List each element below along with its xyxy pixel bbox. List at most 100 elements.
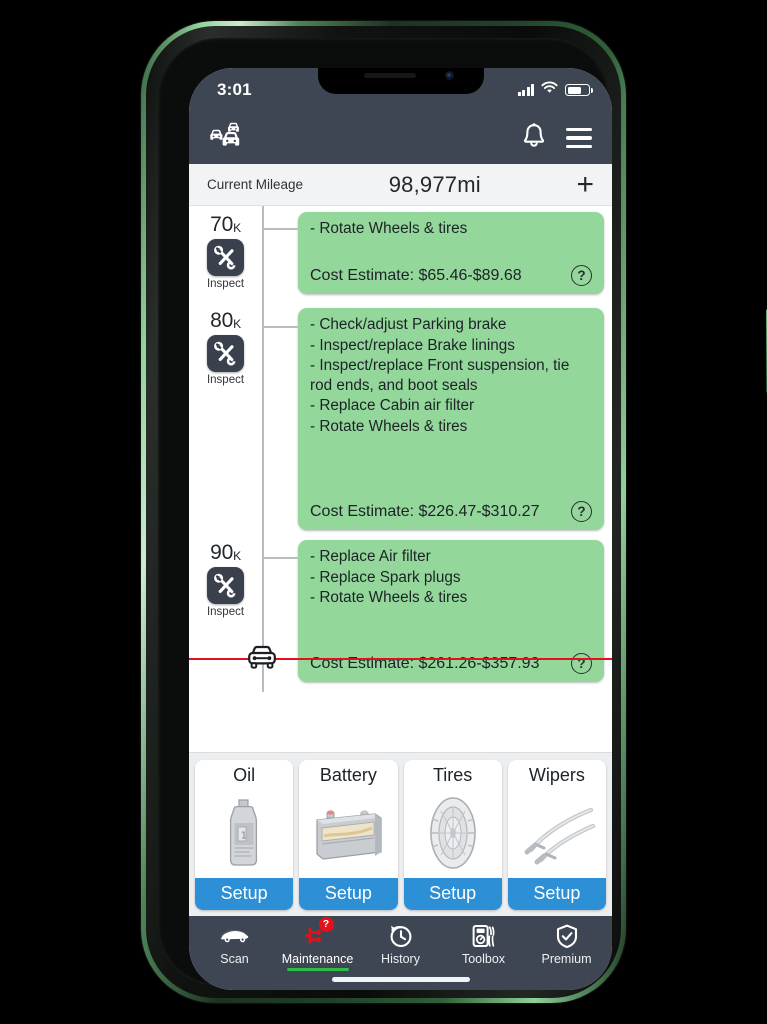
- tire-image: [404, 788, 502, 878]
- notch: [317, 68, 484, 94]
- mileage-label: Current Mileage: [207, 177, 304, 192]
- cost-estimate: Cost Estimate: $65.46-$89.68: [310, 266, 522, 284]
- task-item: - Rotate Wheels & tires: [310, 220, 468, 237]
- help-icon[interactable]: ?: [571, 501, 592, 522]
- maintenance-timeline-scroll[interactable]: 70 K Inspect - Rotate Wheels & tires Cost…: [189, 206, 612, 752]
- hamburger-menu-icon[interactable]: [566, 127, 592, 149]
- screenshot-root: 3:01 Current Mileage 98,977mi + 70K Insp…: [0, 0, 767, 1024]
- task-item: - Check/adjust Parking brake: [310, 316, 507, 333]
- inspect-tools-icon[interactable]: [207, 239, 244, 277]
- phone-bezel: 3:01 Current Mileage 98,977mi + 70K Insp…: [158, 38, 612, 990]
- quick-card-battery[interactable]: Battery Setup: [299, 759, 398, 910]
- maintenance-timeline: 70 K Inspect - Rotate Wheels & tires Cost…: [189, 206, 612, 692]
- milestone-detail: - Check/adjust Parking brake - Inspect/r…: [262, 308, 612, 535]
- quick-card-setup-button[interactable]: Setup: [403, 877, 502, 910]
- milestone-mileage-unit: K: [233, 317, 241, 331]
- quick-card-oil[interactable]: Oil 1 Setup: [195, 759, 294, 910]
- timeline-connector: [262, 326, 298, 328]
- task-list: - Replace Air filter - Replace Spark plu…: [310, 547, 592, 609]
- add-mileage-button[interactable]: +: [576, 169, 594, 200]
- milestone-row: 80K Inspect - Check/adjust Parking brake…: [189, 308, 612, 540]
- phone-mid-frame: 3:01 Current Mileage 98,977mi + 70K Insp…: [146, 26, 621, 998]
- tab-label: Scan: [220, 951, 249, 966]
- shield-check-icon: [555, 923, 579, 949]
- milestone-card[interactable]: - Check/adjust Parking brake - Inspect/r…: [298, 308, 604, 530]
- milestone-detail: - Rotate Wheels & tires Cost Estimate: $…: [262, 212, 612, 303]
- bottom-tab-bar: Scan ? Maintenance History Toolbox Premi…: [189, 915, 612, 973]
- timeline-connector: [262, 557, 298, 559]
- inspect-tools-icon[interactable]: [207, 567, 244, 605]
- tab-toolbox[interactable]: Toolbox: [442, 923, 525, 966]
- quick-card-wipers[interactable]: Wipers Setup: [507, 759, 606, 910]
- milestone-marker: 80K Inspect: [189, 308, 262, 535]
- quick-card-title: Battery: [319, 764, 377, 785]
- tab-scan[interactable]: Scan: [193, 923, 276, 966]
- oil-bottle-image: 1: [195, 788, 293, 878]
- clock-history-icon: [388, 923, 414, 949]
- inspect-label: Inspect: [206, 606, 245, 619]
- cost-row: Cost Estimate: $226.47-$310.27 ?: [310, 491, 592, 522]
- task-item: - Replace Cabin air filter: [310, 397, 475, 415]
- milestone-card[interactable]: - Rotate Wheels & tires Cost Estimate: $…: [298, 212, 604, 294]
- quick-card-setup-button[interactable]: Setup: [299, 877, 398, 910]
- quick-setup-cards: Oil 1 Setup Battery Setup Tires Setup Wi…: [189, 751, 612, 916]
- milestone-marker: 70K Inspect: [189, 212, 262, 303]
- quick-card-setup-button[interactable]: Setup: [507, 877, 606, 910]
- home-indicator-area: [189, 973, 612, 990]
- svg-text:1: 1: [241, 830, 247, 841]
- earpiece-speaker: [363, 73, 416, 78]
- quick-card-title: Tires: [432, 764, 473, 785]
- cost-estimate: Cost Estimate: $226.47-$310.27: [310, 502, 540, 520]
- task-item: - Inspect/replace Brake linings: [310, 336, 515, 354]
- cars-icon[interactable]: [209, 122, 247, 155]
- timeline-connector: [262, 228, 298, 230]
- task-item: - Rotate Wheels & tires: [310, 417, 468, 435]
- phone-screen: 3:01 Current Mileage 98,977mi + 70K Insp…: [189, 68, 612, 990]
- tab-label: Toolbox: [461, 951, 506, 966]
- inspect-label: Inspect: [206, 278, 245, 291]
- quick-card-title: Oil: [233, 764, 256, 785]
- signal-icon: [517, 84, 534, 96]
- milestone-mileage-number: 70: [210, 213, 234, 236]
- bell-icon[interactable]: [522, 122, 546, 155]
- help-icon[interactable]: ?: [571, 653, 592, 674]
- task-list: - Rotate Wheels & tires: [310, 219, 592, 240]
- tab-history[interactable]: History: [359, 923, 442, 966]
- quick-card-tires[interactable]: Tires Setup: [403, 759, 502, 910]
- status-time: 3:01: [217, 80, 252, 99]
- inspect-tools-icon[interactable]: [207, 335, 244, 373]
- tab-premium[interactable]: Premium: [525, 923, 608, 966]
- notification-badge: ?: [318, 916, 334, 932]
- tab-maintenance[interactable]: ? Maintenance: [276, 916, 359, 971]
- milestone-row: 70K Inspect - Rotate Wheels & tires Cost…: [189, 212, 612, 308]
- help-icon[interactable]: ?: [571, 265, 592, 286]
- current-mileage-bar: Current Mileage 98,977mi +: [189, 164, 612, 206]
- task-item: - Inspect/replace Front suspension, tie …: [310, 357, 570, 394]
- current-position-car-icon: [245, 645, 279, 671]
- car-icon: [220, 923, 250, 949]
- tab-label: Maintenance: [281, 951, 354, 966]
- milestone-mileage: 70K: [210, 213, 241, 236]
- mileage-value[interactable]: 98,977mi: [303, 172, 576, 198]
- home-indicator[interactable]: [331, 977, 470, 982]
- wifi-icon: [541, 81, 558, 99]
- cost-row: Cost Estimate: $65.46-$89.68 ?: [310, 255, 592, 286]
- phone-frame: 3:01 Current Mileage 98,977mi + 70K Insp…: [141, 21, 767, 1003]
- milestone-mileage-number: 80: [210, 309, 234, 332]
- app-header-actions: [522, 122, 592, 155]
- tab-label: History: [381, 951, 420, 966]
- task-item: - Replace Air filter: [310, 548, 431, 565]
- app-header-bar: [189, 112, 612, 164]
- milestone-card[interactable]: - Replace Air filter - Replace Spark plu…: [298, 540, 604, 682]
- front-camera: [444, 71, 454, 80]
- car-battery-image: [299, 788, 397, 878]
- task-item: - Rotate Wheels & tires: [310, 589, 468, 607]
- milestone-mileage-number: 90: [210, 541, 234, 564]
- quick-card-setup-button[interactable]: Setup: [195, 877, 294, 910]
- status-bar: 3:01: [189, 68, 612, 112]
- quick-card-title: Wipers: [528, 764, 585, 785]
- status-indicators: [517, 81, 593, 99]
- active-tab-indicator: [286, 967, 349, 971]
- task-item: - Replace Spark plugs: [310, 568, 461, 586]
- wrench-icon: ?: [303, 916, 334, 949]
